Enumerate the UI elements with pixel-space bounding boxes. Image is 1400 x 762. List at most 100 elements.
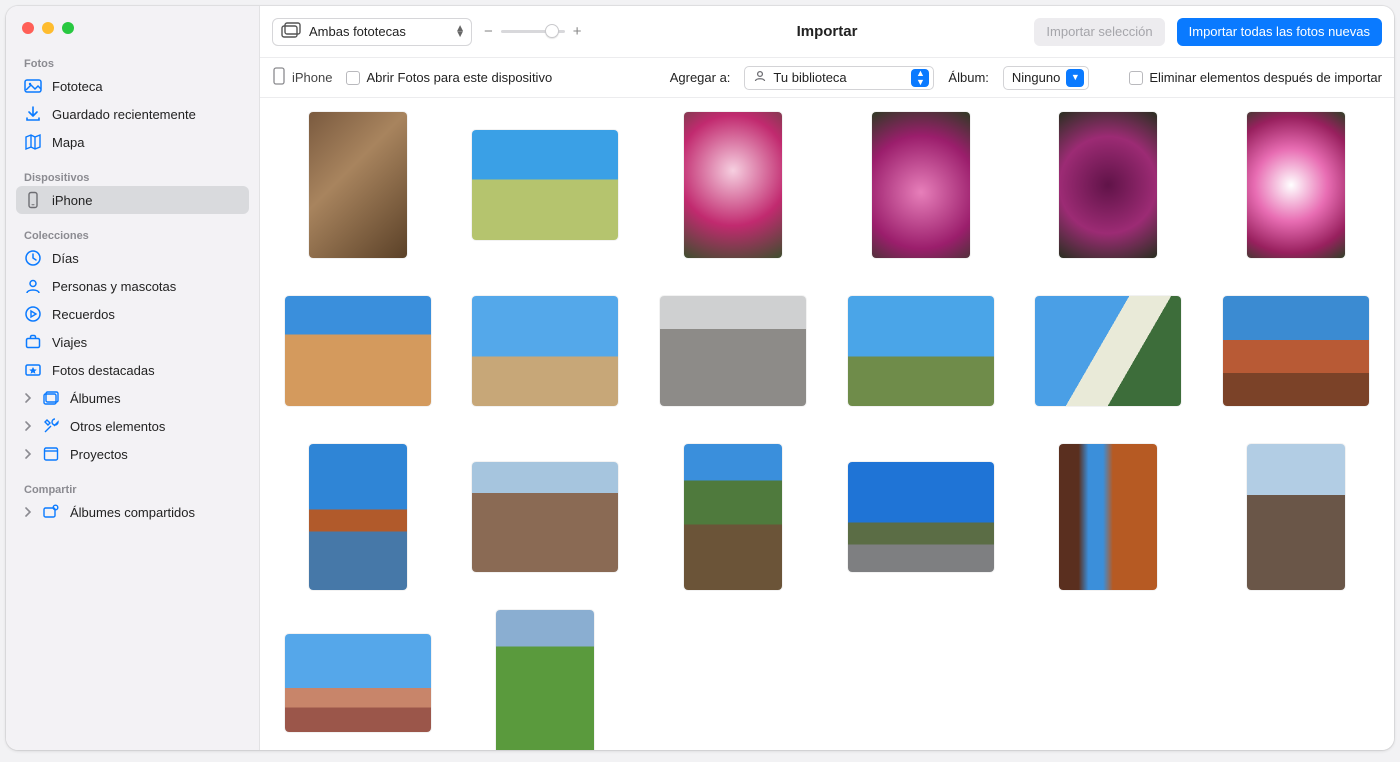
photo-mesa-grass bbox=[472, 130, 618, 240]
photo-grid bbox=[274, 112, 1380, 750]
photo-thumbnail[interactable] bbox=[274, 112, 442, 258]
sidebar-item-label: Fototeca bbox=[52, 79, 103, 94]
photo-thumbnail[interactable] bbox=[462, 278, 630, 424]
chevron-right-icon[interactable] bbox=[22, 449, 34, 459]
sidebar-item-other[interactable]: Otros elementos bbox=[16, 412, 249, 440]
photo-grand-canyon bbox=[472, 462, 618, 572]
sidebar-item-albums[interactable]: Álbumes bbox=[16, 384, 249, 412]
photo-thumbnail[interactable] bbox=[462, 610, 630, 750]
photo-thumbnail[interactable] bbox=[837, 278, 1005, 424]
photo-thumbnail[interactable] bbox=[649, 112, 817, 258]
import-selection-button[interactable]: Importar selección bbox=[1034, 18, 1164, 46]
section-photos: Fotos bbox=[16, 52, 249, 72]
shared-album-icon bbox=[42, 503, 60, 521]
photo-painted-desert bbox=[285, 634, 431, 732]
projects-icon bbox=[42, 445, 60, 463]
app-window: Fotos Fototeca Guardado recientemente Ma… bbox=[6, 6, 1394, 750]
zoom-slider[interactable] bbox=[501, 30, 565, 33]
sidebar-item-people-pets[interactable]: Personas y mascotas bbox=[16, 272, 249, 300]
people-icon bbox=[24, 277, 42, 295]
sidebar-item-shared-albums[interactable]: Álbumes compartidos bbox=[16, 498, 249, 526]
sidebar-item-recently-saved[interactable]: Guardado recientemente bbox=[16, 100, 249, 128]
sidebar-item-days[interactable]: Días bbox=[16, 244, 249, 272]
chevron-right-icon[interactable] bbox=[22, 507, 34, 517]
photo-thumbnail[interactable] bbox=[837, 112, 1005, 258]
device-name-indicator: iPhone bbox=[272, 67, 332, 88]
photo-green-meadow bbox=[496, 610, 594, 750]
photo-slot-canyon bbox=[1059, 444, 1157, 590]
photo-thumbnail[interactable] bbox=[274, 278, 442, 424]
library-selector[interactable]: Ambas fototecas ▲▼ bbox=[272, 18, 472, 46]
checkbox-box[interactable] bbox=[1129, 71, 1143, 85]
open-photos-checkbox[interactable]: Abrir Fotos para este dispositivo bbox=[346, 70, 552, 85]
sidebar-item-memories[interactable]: Recuerdos bbox=[16, 300, 249, 328]
photo-thumbnail[interactable] bbox=[1025, 278, 1193, 424]
photo-thumbnail[interactable] bbox=[1025, 112, 1193, 258]
sidebar-item-library[interactable]: Fototeca bbox=[16, 72, 249, 100]
album-select[interactable]: Ninguno ▼ bbox=[1003, 66, 1089, 90]
sidebar-item-iphone[interactable]: iPhone bbox=[16, 186, 249, 214]
photo-thumbnail[interactable] bbox=[274, 444, 442, 590]
photos-library-icon bbox=[24, 77, 42, 95]
featured-photos-icon bbox=[24, 361, 42, 379]
photo-thumbnail[interactable] bbox=[274, 610, 442, 750]
section-collections: Colecciones bbox=[16, 224, 249, 244]
sidebar-item-projects[interactable]: Proyectos bbox=[16, 440, 249, 468]
download-icon bbox=[24, 105, 42, 123]
add-to-label: Agregar a: bbox=[670, 70, 731, 85]
sidebar-item-label: Personas y mascotas bbox=[52, 279, 176, 294]
import-all-new-button[interactable]: Importar todas las fotos nuevas bbox=[1177, 18, 1382, 46]
zoom-out-button[interactable]: − bbox=[484, 23, 493, 40]
album-label: Álbum: bbox=[948, 70, 988, 85]
sidebar-item-map[interactable]: Mapa bbox=[16, 128, 249, 156]
chevron-right-icon[interactable] bbox=[22, 421, 34, 431]
iphone-icon bbox=[24, 191, 42, 209]
section-share: Compartir bbox=[16, 478, 249, 498]
photo-thumbnail[interactable] bbox=[837, 444, 1005, 590]
zoom-slider-thumb[interactable] bbox=[545, 24, 559, 38]
photo-dunes bbox=[472, 296, 618, 406]
photo-badlands-bw bbox=[660, 296, 806, 406]
button-label: Importar todas las fotos nuevas bbox=[1189, 24, 1370, 39]
zoom-in-button[interactable]: + bbox=[573, 23, 582, 40]
chevron-up-down-icon: ▲▼ bbox=[911, 69, 929, 87]
photo-bark-portrait bbox=[309, 112, 407, 258]
photo-thumbnail[interactable] bbox=[1025, 444, 1193, 590]
delete-after-import-checkbox[interactable]: Eliminar elementos después de importar bbox=[1129, 70, 1382, 85]
add-to-select[interactable]: Tu biblioteca ▲▼ bbox=[744, 66, 934, 90]
photo-thumbnail[interactable] bbox=[1212, 444, 1380, 590]
photo-thumbnail[interactable] bbox=[1212, 112, 1380, 258]
sidebar-item-label: Guardado recientemente bbox=[52, 107, 196, 122]
section-devices: Dispositivos bbox=[16, 166, 249, 186]
close-window-button[interactable] bbox=[22, 22, 34, 34]
albums-icon bbox=[42, 389, 60, 407]
photo-grid-scroll[interactable] bbox=[260, 98, 1394, 750]
sidebar-item-label: iPhone bbox=[52, 193, 92, 208]
photo-thumbnail[interactable] bbox=[649, 444, 817, 590]
photo-plain-sky bbox=[848, 296, 994, 406]
photo-thumbnail[interactable] bbox=[649, 278, 817, 424]
select-value: Ninguno bbox=[1012, 70, 1060, 85]
checkbox-box[interactable] bbox=[346, 71, 360, 85]
zoom-controls: − + bbox=[484, 23, 582, 40]
photo-thumbnail[interactable] bbox=[1212, 278, 1380, 424]
photo-creek-trees bbox=[684, 444, 782, 590]
person-icon bbox=[753, 69, 767, 86]
map-icon bbox=[24, 133, 42, 151]
chevron-right-icon[interactable] bbox=[22, 393, 34, 403]
import-options-bar: iPhone Abrir Fotos para este dispositivo… bbox=[260, 58, 1394, 98]
photo-petrified-wood bbox=[1247, 444, 1345, 590]
sidebar-item-label: Días bbox=[52, 251, 79, 266]
photo-dark-tulip bbox=[1059, 112, 1157, 258]
photo-thumbnail[interactable] bbox=[462, 444, 630, 590]
libraries-stack-icon bbox=[281, 22, 301, 41]
sidebar-item-featured[interactable]: Fotos destacadas bbox=[16, 356, 249, 384]
photo-pink-tulip-open bbox=[872, 112, 970, 258]
device-name-label: iPhone bbox=[292, 70, 332, 85]
fullscreen-window-button[interactable] bbox=[62, 22, 74, 34]
sidebar-item-label: Mapa bbox=[52, 135, 85, 150]
photo-thumbnail[interactable] bbox=[462, 112, 630, 258]
sidebar-item-label: Recuerdos bbox=[52, 307, 115, 322]
minimize-window-button[interactable] bbox=[42, 22, 54, 34]
sidebar-item-trips[interactable]: Viajes bbox=[16, 328, 249, 356]
